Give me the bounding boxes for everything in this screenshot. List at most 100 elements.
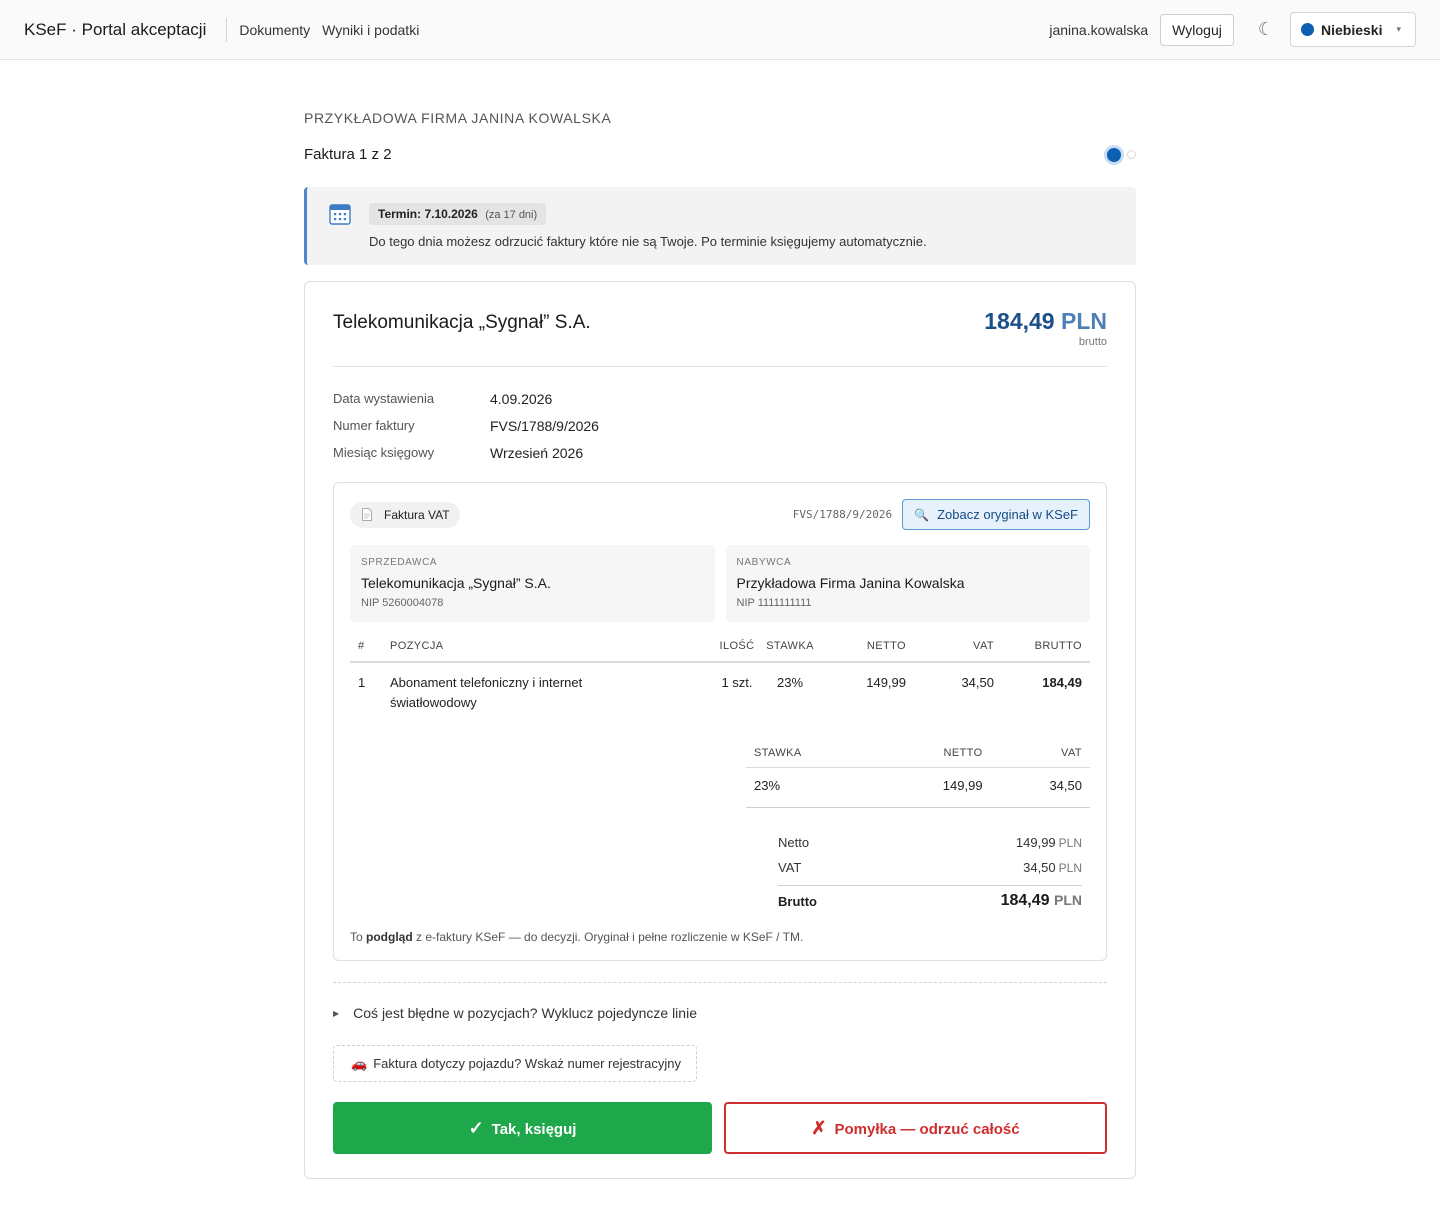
total-gross-unit: PLN bbox=[1054, 892, 1082, 908]
column-header: BRUTTO bbox=[994, 640, 1090, 663]
disclosure-triangle-icon: ▶ bbox=[333, 1008, 340, 1018]
total-net-unit: PLN bbox=[1058, 836, 1082, 850]
item-number: 1 bbox=[358, 675, 366, 690]
column-header: NETTO bbox=[876, 747, 991, 768]
total-vat-label: VAT bbox=[778, 860, 802, 875]
table-row: 23% 149,99 34,50 bbox=[746, 767, 1090, 808]
note-prefix: To bbox=[350, 930, 367, 944]
seller-name: Telekomunikacja „Sygnał” S.A. bbox=[361, 575, 551, 591]
progress-dot[interactable] bbox=[1127, 150, 1136, 159]
seller-nip: NIP 5260004078 bbox=[361, 597, 444, 609]
column-header: VAT bbox=[906, 640, 994, 663]
note-suffix: z e-faktury KSeF — do decyzji. Oryginał … bbox=[412, 930, 804, 944]
total-vat-row: VAT 34,50 PLN bbox=[778, 855, 1082, 880]
total-vat-unit: PLN bbox=[1058, 861, 1082, 875]
preview-toolbar: Faktura VAT FVS/1788/9/2026 🔍 Zobacz ory… bbox=[350, 499, 1090, 530]
reject-button[interactable]: ✗ Pomyłka — odrzuć całość bbox=[724, 1102, 1107, 1154]
column-header: POZYCJA bbox=[390, 640, 712, 663]
parties: SPRZEDAWCA Telekomunikacja „Sygnał” S.A.… bbox=[350, 545, 1090, 622]
column-header: NETTO bbox=[818, 640, 906, 663]
username: janina.kowalska bbox=[1049, 21, 1149, 38]
cross-icon: ✗ bbox=[811, 1117, 827, 1138]
invoice-meta: Data wystawienia 4.09.2026 Numer faktury… bbox=[333, 385, 1107, 466]
meta-key: Numer faktury bbox=[333, 418, 415, 433]
amount-number: 184,49 bbox=[984, 308, 1055, 334]
document-type-pill: Faktura VAT bbox=[350, 501, 460, 528]
section-divider bbox=[333, 982, 1107, 983]
decision-actions: ✓ Tak, księguj ✗ Pomyłka — odrzuć całość bbox=[333, 1102, 1107, 1154]
accept-button[interactable]: ✓ Tak, księguj bbox=[333, 1102, 712, 1154]
meta-key: Data wystawienia bbox=[333, 391, 435, 406]
item-net: 149,99 bbox=[866, 675, 906, 690]
buyer-box: NABYWCA Przykładowa Firma Janina Kowalsk… bbox=[725, 545, 1090, 622]
invoice-amount: 184,49 PLN brutto bbox=[984, 308, 1107, 348]
deadline-content: Termin: 7.10.2026 (za 17 dni) Do tego dn… bbox=[369, 203, 927, 265]
car-icon: 🚗 bbox=[351, 1055, 368, 1071]
deadline-text: Do tego dnia możesz odrzucić faktury któ… bbox=[369, 234, 927, 249]
buyer-nip: NIP 1111111111 bbox=[736, 597, 812, 609]
checkmark-icon: ✓ bbox=[468, 1117, 484, 1138]
total-gross-label: Brutto bbox=[778, 893, 817, 909]
meta-key: Miesiąc księgowy bbox=[333, 445, 435, 460]
buyer-name: Przykładowa Firma Janina Kowalska bbox=[736, 575, 965, 591]
accept-label: Tak, księguj bbox=[491, 1120, 577, 1138]
invoice-progress: Faktura 1 z 2 bbox=[304, 146, 392, 163]
preview-note: To podgląd z e-faktury KSeF — do decyzji… bbox=[350, 930, 1090, 944]
column-header: STAWKA bbox=[746, 747, 877, 768]
vat-rate: 23% bbox=[746, 767, 877, 808]
seller-box: SPRZEDAWCA Telekomunikacja „Sygnał” S.A.… bbox=[350, 545, 715, 622]
items-table: # POZYCJA ILOŚĆ STAWKA NETTO VAT BRUTTO … bbox=[350, 640, 1090, 725]
theme-select[interactable]: Niebieski ▾ bbox=[1289, 12, 1416, 47]
view-original-ksef-button[interactable]: 🔍 Zobacz oryginał w KSeF bbox=[902, 499, 1090, 530]
meta-value: Wrzesień 2026 bbox=[490, 444, 584, 461]
total-gross-value: 184,49 bbox=[1000, 892, 1050, 909]
reject-label: Pomyłka — odrzuć całość bbox=[834, 1120, 1020, 1138]
vat-header-row: STAWKA NETTO VAT bbox=[746, 747, 1090, 768]
amount-value: 184,49 PLN bbox=[984, 308, 1107, 335]
column-header: STAWKA bbox=[762, 640, 818, 663]
column-header: VAT bbox=[990, 747, 1090, 768]
vat-summary: STAWKA NETTO VAT 23% 149,99 34,50 bbox=[746, 747, 1090, 808]
document-type-label: Faktura VAT bbox=[384, 507, 450, 522]
item-qty: 1 szt. bbox=[721, 675, 753, 690]
items-header-row: # POZYCJA ILOŚĆ STAWKA NETTO VAT BRUTTO bbox=[350, 640, 1090, 663]
moon-icon[interactable]: ☾ bbox=[1258, 19, 1274, 40]
note-bold: podgląd bbox=[366, 930, 413, 944]
exclude-lines-toggle[interactable]: ▶ Coś jest błędne w pozycjach? Wyklucz p… bbox=[333, 1005, 1107, 1021]
meta-row: Numer faktury FVS/1788/9/2026 bbox=[333, 412, 1107, 439]
meta-value: 4.09.2026 bbox=[490, 390, 553, 407]
buyer-role: NABYWCA bbox=[736, 557, 792, 568]
item-gross: 184,49 bbox=[1042, 675, 1082, 690]
company-name: PRZYKŁADOWA FIRMA JANINA KOWALSKA bbox=[304, 110, 612, 126]
total-net-label: Netto bbox=[778, 835, 810, 850]
theme-select-label: Niebieski bbox=[1320, 21, 1383, 38]
exclude-lines-label: Coś jest błędne w pozycjach? Wyklucz poj… bbox=[353, 1005, 697, 1021]
vat-net: 149,99 bbox=[876, 767, 991, 808]
search-icon: 🔍 bbox=[914, 507, 930, 522]
vehicle-registration-button[interactable]: 🚗 Faktura dotyczy pojazdu? Wskaż numer r… bbox=[333, 1045, 697, 1082]
item-rate: 23% bbox=[776, 675, 804, 690]
meta-row: Data wystawienia 4.09.2026 bbox=[333, 385, 1107, 412]
total-vat-value: 34,50 bbox=[1023, 860, 1056, 875]
deadline-date: Termin: 7.10.2026 bbox=[378, 207, 478, 221]
vat-vat: 34,50 bbox=[990, 767, 1090, 808]
nav-link-documents[interactable]: Dokumenty bbox=[239, 22, 310, 38]
vat-table: STAWKA NETTO VAT 23% 149,99 34,50 bbox=[746, 747, 1090, 808]
document-number: FVS/1788/9/2026 bbox=[792, 508, 893, 521]
calendar-icon bbox=[329, 204, 351, 225]
progress-row: Faktura 1 z 2 bbox=[304, 146, 1136, 163]
deadline-remaining: (za 17 dni) bbox=[485, 209, 538, 221]
progress-dot-current[interactable] bbox=[1107, 147, 1121, 162]
progress-dots bbox=[1107, 147, 1136, 162]
app-brand[interactable]: KSeF · Portal akceptacji bbox=[24, 17, 228, 42]
total-gross-row: Brutto 184,49 PLN bbox=[778, 885, 1082, 910]
view-original-ksef-label: Zobacz oryginał w KSeF bbox=[937, 507, 1078, 522]
amount-currency: PLN bbox=[1061, 308, 1107, 334]
total-net-value: 149,99 bbox=[1015, 835, 1056, 850]
nav-link-results-taxes[interactable]: Wyniki i podatki bbox=[322, 22, 419, 38]
logout-button[interactable]: Wyloguj bbox=[1160, 13, 1234, 46]
invoice-card: Telekomunikacja „Sygnał” S.A. 184,49 PLN… bbox=[304, 281, 1136, 1179]
deadline-badge: Termin: 7.10.2026 (za 17 dni) bbox=[369, 203, 547, 225]
theme-color-dot bbox=[1300, 23, 1314, 36]
meta-value: FVS/1788/9/2026 bbox=[490, 417, 599, 434]
